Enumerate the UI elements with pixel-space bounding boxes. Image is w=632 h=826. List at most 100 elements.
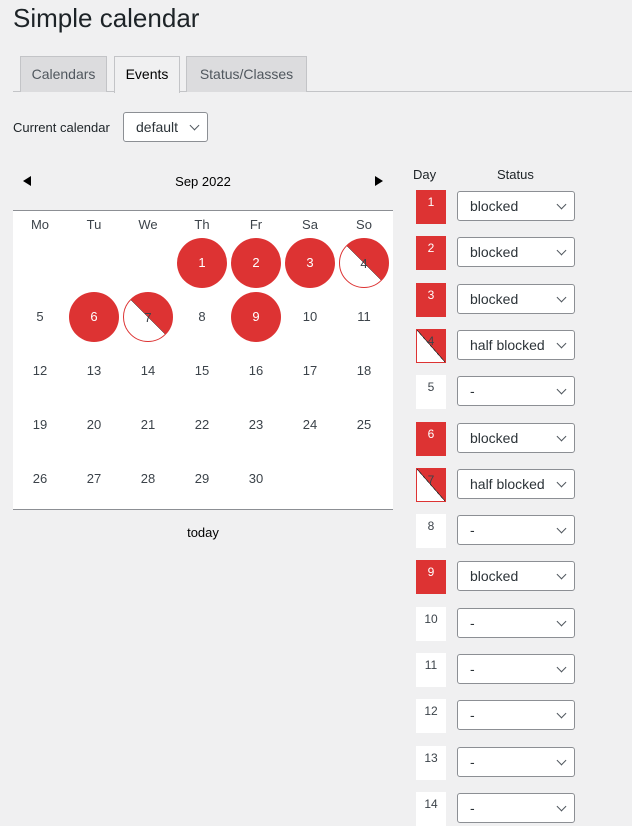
status-value: half blocked <box>470 336 545 353</box>
status-select[interactable]: - <box>457 700 575 731</box>
tab-calendars[interactable]: Calendars <box>20 56 107 92</box>
calendar-day[interactable]: 25 <box>339 400 389 450</box>
status-select[interactable]: blocked <box>457 191 575 221</box>
day-status-row: 13 - <box>416 745 616 780</box>
chevron-down-icon <box>556 199 567 210</box>
page-title: Simple calendar <box>13 3 200 33</box>
chevron-down-icon <box>556 708 567 719</box>
day-status-row: 12 - <box>416 699 616 734</box>
calendar-day[interactable]: 28 <box>123 454 173 504</box>
day-badge: 10 <box>416 606 446 641</box>
status-select[interactable]: - <box>457 792 575 823</box>
day-badge: 8 <box>416 514 446 549</box>
calendar-day[interactable]: 10 <box>285 292 335 342</box>
chevron-down-icon <box>556 431 567 441</box>
status-value: blocked <box>470 244 519 261</box>
status-value: blocked <box>470 198 519 214</box>
status-value: - <box>470 614 475 631</box>
calendar-day[interactable]: 8 <box>177 292 227 342</box>
tab-events[interactable]: Events <box>114 56 180 93</box>
status-value: half blocked <box>470 475 545 492</box>
calendar-day[interactable]: 13 <box>69 346 119 396</box>
calendar-day[interactable]: 30 <box>231 454 281 504</box>
status-select[interactable]: blocked <box>457 561 575 592</box>
calendar-navigation: Sep 2022 <box>13 165 393 197</box>
weekday-header: So <box>356 217 372 232</box>
chevron-down-icon <box>556 245 567 256</box>
calendar-day[interactable]: 20 <box>69 400 119 450</box>
day-badge: 3 <box>416 282 446 317</box>
day-badge: 9 <box>416 560 446 595</box>
calendar-day[interactable]: 14 <box>123 346 173 396</box>
calendar-day[interactable]: 9 <box>231 292 281 342</box>
status-select[interactable]: - <box>457 746 575 777</box>
chevron-down-icon <box>556 523 567 534</box>
weekday-header: Mo <box>30 217 50 232</box>
calendar-day[interactable]: 16 <box>231 346 281 396</box>
calendar-day[interactable]: 18 <box>339 346 389 396</box>
status-select[interactable]: half blocked <box>457 468 575 499</box>
calendar-day[interactable]: 21 <box>123 400 173 450</box>
status-select[interactable]: - <box>457 607 575 638</box>
status-column-header: Status <box>497 167 534 182</box>
status-select[interactable]: - <box>457 515 575 546</box>
status-select[interactable]: half blocked <box>457 329 575 360</box>
chevron-down-icon <box>556 616 567 627</box>
status-value: - <box>470 799 475 816</box>
day-badge: 1 <box>416 190 446 224</box>
day-status-row: 9 blocked <box>416 560 616 595</box>
day-badge: 7 <box>416 467 446 502</box>
calendar-day[interactable]: 15 <box>177 346 227 396</box>
calendar-day[interactable]: 6 <box>69 292 119 342</box>
chevron-down-icon <box>556 338 567 349</box>
calendar-day[interactable]: 4 <box>339 238 389 288</box>
calendar-day[interactable]: 29 <box>177 454 227 504</box>
chevron-down-icon <box>556 384 567 395</box>
day-status-row: 7 half blocked <box>416 467 616 502</box>
status-value: blocked <box>470 290 519 307</box>
day-status-row: 3 blocked <box>416 282 616 317</box>
calendar-day[interactable]: 2 <box>231 238 281 288</box>
chevron-down-icon <box>556 755 567 766</box>
current-calendar-select[interactable]: default <box>123 112 208 142</box>
day-status-row: 10 - <box>416 606 616 641</box>
calendar-day[interactable]: 27 <box>69 454 119 504</box>
weekday-header: Fr <box>249 217 263 232</box>
status-select[interactable]: blocked <box>457 237 575 268</box>
calendar-day[interactable]: 5 <box>15 292 65 342</box>
tab-status-classes[interactable]: Status/Classes <box>186 56 307 92</box>
calendar-day[interactable]: 1 <box>177 238 227 288</box>
weekday-header: Tu <box>86 217 102 232</box>
calendar-day[interactable]: 17 <box>285 346 335 396</box>
day-status-row: 5- <box>416 375 616 410</box>
day-status-row: 1 blocked <box>416 190 616 224</box>
calendar-day[interactable]: 11 <box>339 292 389 342</box>
calendar-day[interactable]: 3 <box>285 238 335 288</box>
weekday-header: Th <box>194 217 210 232</box>
calendar-day[interactable]: 19 <box>15 400 65 450</box>
chevron-down-icon <box>556 569 567 580</box>
status-select[interactable]: - <box>457 376 575 407</box>
status-value: - <box>470 522 475 539</box>
day-badge: 6 <box>416 421 446 456</box>
today-button[interactable]: today <box>13 525 393 540</box>
calendar-day[interactable]: 12 <box>15 346 65 396</box>
tab-bar: Calendars Events Status/Classes <box>13 56 632 93</box>
day-badge: 14 <box>416 791 446 826</box>
chevron-down-icon <box>556 801 567 812</box>
status-select[interactable]: - <box>457 654 575 684</box>
calendar-day[interactable]: 7 <box>123 292 173 342</box>
status-value: - <box>470 707 475 724</box>
chevron-down-icon <box>189 120 200 131</box>
status-value: blocked <box>470 568 519 585</box>
calendar-day[interactable]: 24 <box>285 400 335 450</box>
day-badge: 13 <box>416 745 446 780</box>
next-month-icon[interactable] <box>375 176 383 186</box>
calendar-day[interactable]: 26 <box>15 454 65 504</box>
calendar-day[interactable]: 22 <box>177 400 227 450</box>
status-select[interactable]: blocked <box>457 422 575 453</box>
day-status-row: 11 - <box>416 653 616 687</box>
calendar-day[interactable]: 23 <box>231 400 281 450</box>
weekday-header: We <box>138 217 158 232</box>
status-select[interactable]: blocked <box>457 283 575 314</box>
